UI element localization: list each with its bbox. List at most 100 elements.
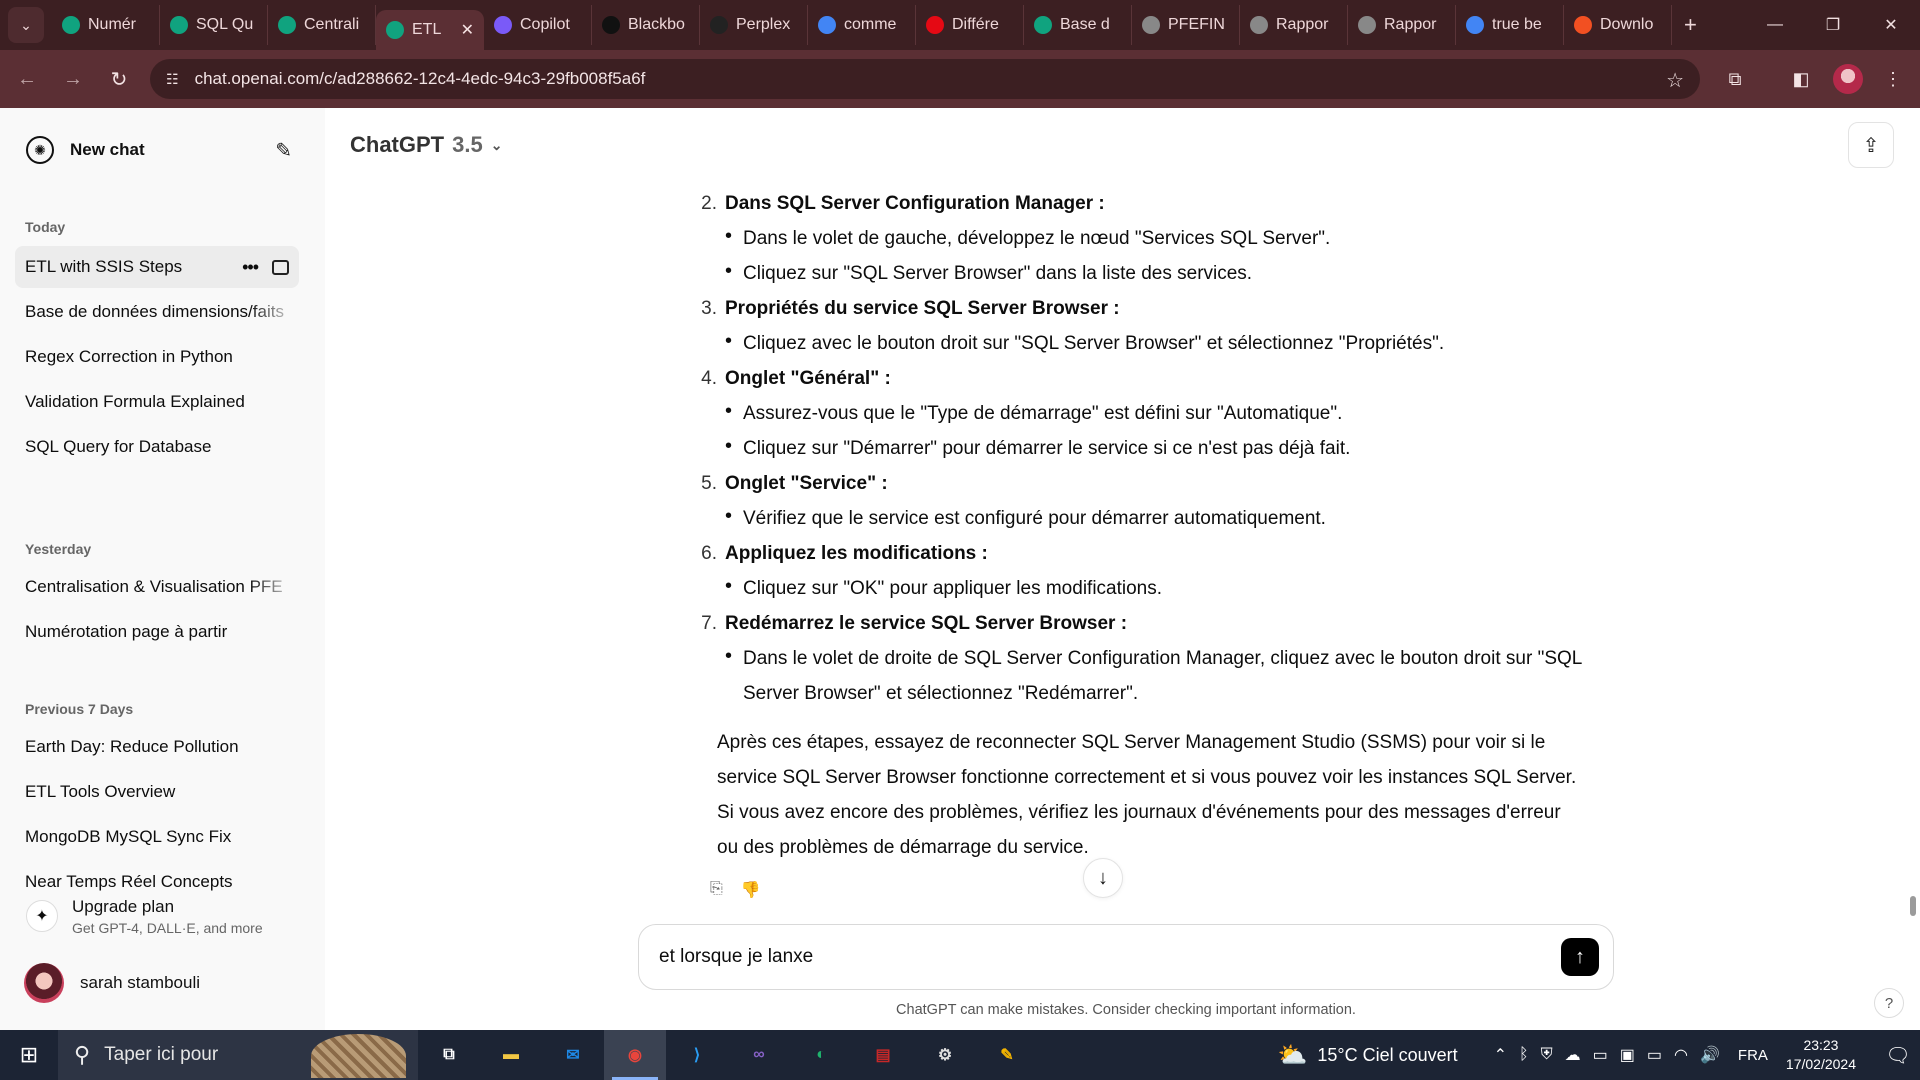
- taskbar-app[interactable]: ▬: [480, 1030, 542, 1080]
- restore-button[interactable]: ❐: [1804, 0, 1862, 50]
- taskbar-app[interactable]: ✉: [542, 1030, 604, 1080]
- sidebar-chat-item[interactable]: SQL Query for Database: [15, 426, 299, 468]
- taskbar-app[interactable]: ∞: [728, 1030, 790, 1080]
- share-button[interactable]: ⇪: [1848, 122, 1894, 168]
- tab-label: Numér: [88, 16, 137, 33]
- sidebar-chat-item[interactable]: Validation Formula Explained: [15, 381, 299, 423]
- bookmark-star-icon[interactable]: ☆: [1666, 68, 1684, 93]
- side-panel-icon[interactable]: ◧: [1786, 64, 1816, 94]
- tab[interactable]: SQL Qu: [160, 5, 268, 45]
- taskbar-app[interactable]: ▤: [852, 1030, 914, 1080]
- section-label: Yesterday: [25, 541, 92, 557]
- chat-item-label: ETL with SSIS Steps: [25, 257, 183, 276]
- tab-label: Centrali: [304, 16, 360, 33]
- model-selector[interactable]: ChatGPT 3.5 ⌄: [350, 132, 502, 158]
- sidebar-chat-item[interactable]: Earth Day: Reduce Pollution: [15, 726, 299, 768]
- blackbox-icon: [602, 16, 620, 34]
- sidebar-chat-item[interactable]: ETL with SSIS Steps •••: [15, 246, 299, 288]
- browser-menu-icon[interactable]: ⋮: [1878, 64, 1908, 94]
- bullet-list: Cliquez sur "OK" pour appliquer les modi…: [685, 569, 1625, 606]
- chevron-up-icon[interactable]: ⌃: [1494, 1045, 1507, 1065]
- windows-start-icon[interactable]: ⊞: [0, 1030, 58, 1080]
- notification-icon[interactable]: 🗨: [1876, 1030, 1920, 1080]
- tab[interactable]: Perplex: [700, 5, 808, 45]
- taskbar-app[interactable]: ✎: [976, 1030, 1038, 1080]
- window-controls: — ❐ ✕: [1746, 0, 1920, 50]
- weather-widget[interactable]: ⛅ 15°C Ciel couvert: [1277, 1041, 1457, 1070]
- message-composer[interactable]: et lorsque je lanxe ↑: [638, 924, 1614, 990]
- scrollbar[interactable]: [1910, 896, 1916, 916]
- taskbar-app[interactable]: ⧉: [418, 1030, 480, 1080]
- openai-logo-icon: ✺: [26, 136, 54, 164]
- new-chat-button[interactable]: ✺ New chat ✎: [14, 128, 304, 172]
- shield-icon[interactable]: ⛨: [1541, 1046, 1553, 1064]
- bullet-list: Dans le volet de gauche, développez le n…: [685, 219, 1625, 291]
- copy-icon[interactable]: ⎘: [710, 880, 723, 900]
- close-window-button[interactable]: ✕: [1862, 0, 1920, 50]
- tab[interactable]: Downlo: [1564, 5, 1672, 45]
- taskbar-app[interactable]: ⚙: [914, 1030, 976, 1080]
- battery-icon[interactable]: ▭: [1647, 1045, 1662, 1065]
- user-menu[interactable]: sarah stambouli: [14, 958, 304, 1008]
- compose-icon[interactable]: ✎: [275, 138, 292, 163]
- search-icon: ⚲: [74, 1042, 91, 1067]
- tab[interactable]: Rappor: [1240, 5, 1348, 45]
- more-options-icon[interactable]: •••: [242, 257, 259, 278]
- scroll-down-button[interactable]: ↓: [1083, 858, 1123, 898]
- wifi-icon[interactable]: ◠: [1674, 1045, 1688, 1065]
- tab[interactable]: Base d: [1024, 5, 1132, 45]
- tab[interactable]: PFEFIN: [1132, 5, 1240, 45]
- language-indicator[interactable]: FRA: [1738, 1047, 1768, 1064]
- profile-avatar[interactable]: [1833, 64, 1863, 94]
- tab-search-button[interactable]: ⌄: [8, 7, 44, 43]
- step-number: 6.: [701, 543, 717, 564]
- sidebar-chat-item[interactable]: ETL Tools Overview: [15, 771, 299, 813]
- archive-icon[interactable]: [272, 259, 289, 275]
- address-bar[interactable]: ☷ chat.openai.com/c/ad288662-12c4-4edc-9…: [150, 59, 1700, 99]
- onedrive-icon[interactable]: ☁: [1565, 1045, 1581, 1065]
- clock[interactable]: 23:23 17/02/2024: [1786, 1036, 1856, 1074]
- volume-icon[interactable]: 🔊: [1700, 1045, 1720, 1065]
- tab[interactable]: true be: [1456, 5, 1564, 45]
- display-icon[interactable]: ▣: [1620, 1045, 1635, 1065]
- bullet-list: Assurez-vous que le "Type de démarrage" …: [685, 394, 1625, 466]
- tab[interactable]: Différe: [916, 5, 1024, 45]
- taskbar-app[interactable]: ◐: [790, 1030, 852, 1080]
- site-settings-icon[interactable]: ☷: [166, 71, 179, 88]
- help-button[interactable]: ?: [1874, 988, 1904, 1018]
- sidebar-chat-item[interactable]: Centralisation & Visualisation PFE: [15, 566, 299, 608]
- minimize-button[interactable]: —: [1746, 0, 1804, 50]
- netflix-icon: [926, 16, 944, 34]
- close-tab-icon[interactable]: ✕: [461, 20, 474, 40]
- text-fade: [249, 291, 299, 333]
- upgrade-plan-button[interactable]: ✦ Upgrade plan Get GPT-4, DALL·E, and mo…: [14, 888, 304, 944]
- taskbar-app[interactable]: ⟩: [666, 1030, 728, 1080]
- tab[interactable]: Rappor: [1348, 5, 1456, 45]
- extensions-icon[interactable]: ⧉: [1720, 64, 1750, 94]
- bullet-item: Dans le volet de gauche, développez le n…: [725, 219, 1587, 256]
- bluetooth-icon[interactable]: ᛒ: [1519, 1046, 1529, 1064]
- device-icon[interactable]: ▭: [1593, 1045, 1608, 1065]
- tab-active[interactable]: ETL ✕: [376, 10, 484, 50]
- tab[interactable]: Numér: [52, 5, 160, 45]
- bullet-item: Cliquez avec le bouton droit sur "SQL Se…: [725, 324, 1587, 361]
- sidebar-chat-item[interactable]: Numérotation page à partir: [15, 611, 299, 653]
- taskbar-app[interactable]: ◉: [604, 1030, 666, 1080]
- chevron-down-icon: ⌄: [490, 136, 503, 153]
- settings-icon: ⚙: [937, 1047, 953, 1064]
- send-button[interactable]: ↑: [1561, 938, 1599, 976]
- tab[interactable]: Centrali: [268, 5, 376, 45]
- tab[interactable]: Copilot: [484, 5, 592, 45]
- sidebar-chat-item[interactable]: MongoDB MySQL Sync Fix: [15, 816, 299, 858]
- tab[interactable]: Blackbo: [592, 5, 700, 45]
- back-button[interactable]: ←: [8, 60, 46, 98]
- forward-button[interactable]: →: [54, 60, 92, 98]
- new-tab-button[interactable]: +: [1684, 12, 1697, 38]
- taskbar-search[interactable]: ⚲ Taper ici pour: [58, 1030, 418, 1080]
- tab[interactable]: comme: [808, 5, 916, 45]
- sidebar-chat-item[interactable]: Base de données dimensions/faits: [15, 291, 299, 333]
- sidebar-chat-item[interactable]: Regex Correction in Python: [15, 336, 299, 378]
- reload-button[interactable]: ↻: [100, 60, 138, 98]
- message-input[interactable]: et lorsque je lanxe: [659, 946, 1561, 968]
- thumbs-down-icon[interactable]: 👎: [741, 880, 761, 900]
